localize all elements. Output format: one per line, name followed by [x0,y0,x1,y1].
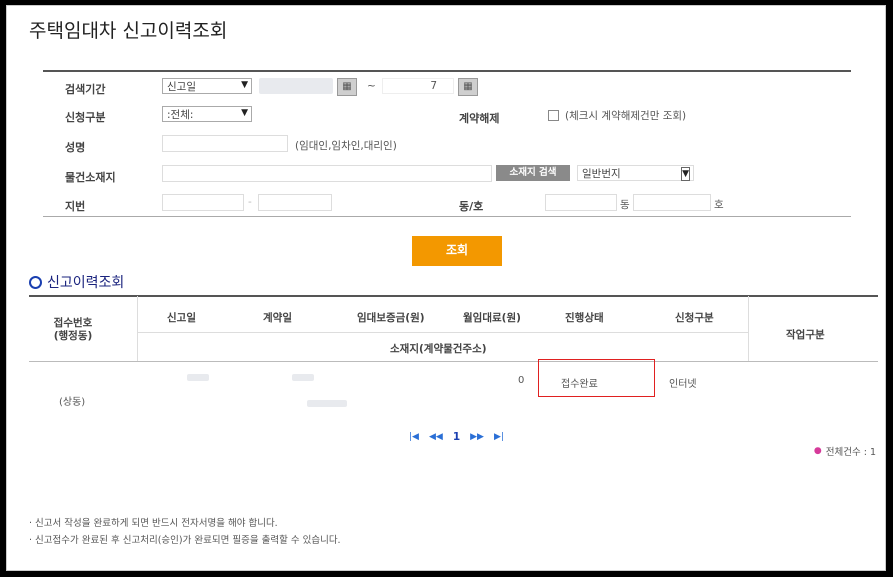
chevron-down-icon: ▼ [241,80,248,90]
total-count-label: 전체건수 : 1 [825,447,876,458]
address-label: 물건소재지 [65,171,116,184]
form-top-border [43,70,851,72]
header-address: 소재지(계약물건주소) [390,343,487,355]
table-top-border [29,295,878,297]
row-admin-dong: (상동) [59,397,86,408]
note-2: · 신고접수가 완료된 후 신고처리(승인)가 완료되면 필증을 출력할 수 있… [29,535,341,546]
period-type-select[interactable]: 신고일 ▼ [162,78,252,94]
row-address-blurred [307,400,347,407]
row-monthly-rent: 0 [518,375,525,386]
jibun-sub-input[interactable] [258,194,332,211]
next-page-icon[interactable]: ▶▶ [470,432,484,442]
name-hint: (임대인,임차인,대리인) [295,140,397,152]
name-label: 성명 [65,141,86,154]
end-date-value: 7 [430,80,437,92]
header-report-date: 신고일 [167,312,196,324]
section-title: 신고이력조회 [47,275,125,291]
row-contract-date-blurred [292,374,314,381]
header-vline-left [137,296,138,361]
lot-type-value: 일반번지 [582,167,621,180]
note-1-text: 신고서 작성을 완료하게 되면 반드시 전자서명을 해야 합니다. [35,518,278,529]
address-input[interactable] [162,165,492,182]
jibun-main-input[interactable] [162,194,244,211]
row-apply-type: 인터넷 [669,379,697,390]
end-date-input[interactable]: 7 [382,78,454,94]
header-receipt-no: 접수번호 (행정동) [53,317,93,342]
row-report-date-blurred [187,374,209,381]
pagination: |◀ ◀◀ 1 ▶▶ ▶| [409,431,504,443]
contract-cancel-label: 계약해제 [459,112,500,125]
name-input[interactable] [162,135,288,152]
bullet-icon: ● [813,446,822,456]
note-2-text: 신고접수가 완료된 후 신고처리(승인)가 완료되면 필증을 출력할 수 있습니… [35,535,341,546]
chevron-down-icon: ▼ [681,167,690,181]
header-deposit: 임대보증금(원) [357,312,425,324]
note-1: · 신고서 작성을 완료하게 되면 반드시 전자서명을 해야 합니다. [29,518,278,529]
page-title: 주택임대차 신고이력조회 [29,20,228,42]
date-separator: ~ [367,80,376,92]
header-monthly-rent: 월임대료(원) [463,312,521,324]
header-vline-right [748,296,749,361]
jibun-label: 지번 [65,200,86,213]
total-count: ● 전체건수 : 1 [814,444,876,458]
period-label: 검색기간 [65,83,106,96]
header-divider [137,332,748,333]
apply-type-select[interactable]: :전체: ▼ [162,106,252,122]
contract-cancel-description: (체크시 계약해제건만 조회) [565,110,687,122]
calendar-icon[interactable]: ▦ [337,78,357,96]
header-apply-type: 신청구분 [675,312,714,324]
header-contract-date: 계약일 [263,312,292,324]
jibun-separator: - [248,196,252,208]
ho-input[interactable] [633,194,711,211]
calendar-icon[interactable]: ▦ [458,78,478,96]
period-type-value: 신고일 [167,80,196,93]
form-bottom-border [43,216,851,217]
chevron-down-icon: ▼ [241,108,248,118]
dong-input[interactable] [545,194,617,211]
header-status: 진행상태 [565,312,604,324]
circle-bullet-icon [29,276,42,289]
query-button[interactable]: 조회 [412,236,502,266]
dongho-label: 동/호 [459,200,484,213]
lot-type-select[interactable]: 일반번지 ▼ [577,165,694,181]
header-work-type: 작업구분 [786,329,825,341]
last-page-icon[interactable]: ▶| [494,432,504,442]
apply-type-label: 신청구분 [65,111,106,124]
row-status: 접수완료 [561,379,598,390]
apply-type-value: :전체: [167,108,194,121]
ho-suffix: 호 [714,199,724,211]
header-bottom-border [29,361,878,362]
dong-suffix: 동 [620,199,630,211]
page-frame: 주택임대차 신고이력조회 검색기간 신고일 ▼ ▦ ~ 7 ▦ 신청구분 :전체… [6,5,886,571]
contract-cancel-checkbox[interactable] [548,110,559,121]
prev-page-icon[interactable]: ◀◀ [429,432,443,442]
first-page-icon[interactable]: |◀ [409,432,419,442]
address-search-button[interactable]: 소재지 검색 [496,165,570,181]
start-date-input[interactable] [259,78,333,94]
current-page[interactable]: 1 [453,431,460,443]
